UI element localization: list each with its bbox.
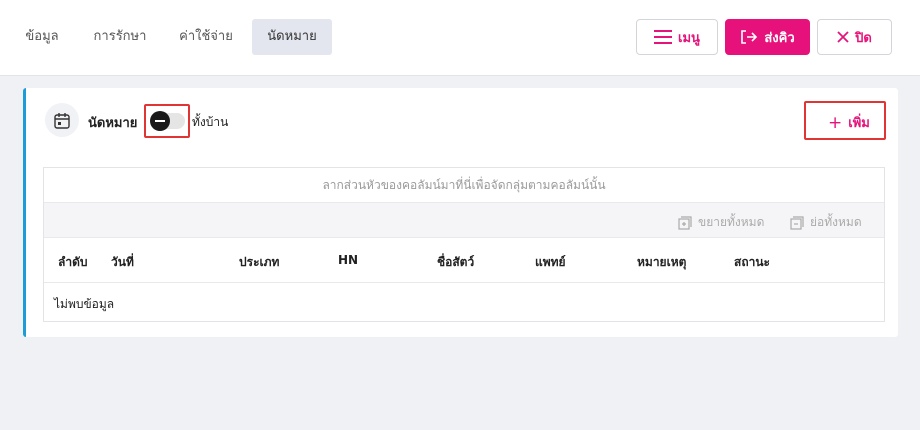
column-header-date[interactable]: วันที่	[111, 253, 134, 272]
hamburger-icon	[654, 30, 673, 44]
close-label: ปิด	[855, 30, 872, 46]
column-header-doctor[interactable]: แพทย์	[535, 253, 566, 272]
top-bar: ข้อมูล การรักษา ค่าใช้จ่าย นัดหมาย เมนู …	[0, 0, 920, 76]
grid-toolbar: ขยายทั้งหมด ย่อทั้งหมด	[44, 203, 884, 238]
add-button-label: เพิ่ม	[848, 116, 870, 131]
sign-out-icon	[741, 30, 758, 44]
tab-info[interactable]: ข้อมูล	[14, 19, 70, 55]
empty-message: ไม่พบข้อมูล	[54, 297, 115, 311]
add-button[interactable]: + เพิ่ม	[828, 112, 870, 133]
expand-all-button[interactable]: ขยายทั้งหมด	[678, 213, 764, 232]
send-queue-button[interactable]: ส่งคิว	[725, 19, 810, 55]
group-panel[interactable]: ลากส่วนหัวของคอลัมน์มาที่นี่เพื่อจัดกลุ่…	[44, 168, 884, 203]
toggle-knob[interactable]	[150, 111, 170, 131]
appointments-panel: นัดหมาย ทั้งบ้าน + เพิ่ม ลากส่วนหัวของคอล…	[23, 88, 898, 337]
calendar-icon	[54, 112, 70, 129]
toggle-label: ทั้งบ้าน	[192, 115, 229, 129]
tab-appointments[interactable]: นัดหมาย	[252, 19, 332, 55]
appointments-grid: ลากส่วนหัวของคอลัมน์มาที่นี่เพื่อจัดกลุ่…	[43, 167, 885, 322]
column-header-pet-name[interactable]: ชื่อสัตว์	[437, 253, 474, 272]
tab-expenses[interactable]: ค่าใช้จ่าย	[170, 19, 242, 55]
collapse-icon	[790, 215, 804, 230]
expand-icon	[678, 215, 692, 230]
plus-icon: +	[828, 113, 843, 133]
tab-treatment[interactable]: การรักษา	[84, 19, 156, 55]
column-header-note[interactable]: หมายเหตุ	[637, 253, 686, 272]
column-header-hn[interactable]: HN	[338, 253, 358, 267]
column-header-order[interactable]: ลำดับ	[58, 253, 88, 272]
collapse-all-button[interactable]: ย่อทั้งหมด	[790, 213, 862, 232]
column-header-status[interactable]: สถานะ	[734, 253, 770, 272]
collapse-all-label: ย่อทั้งหมด	[810, 215, 862, 229]
menu-button-label: เมนู	[678, 30, 700, 46]
menu-button[interactable]: เมนู	[636, 19, 718, 55]
expand-all-label: ขยายทั้งหมด	[698, 215, 765, 229]
close-button[interactable]: ปิด	[817, 19, 892, 55]
send-queue-label: ส่งคิว	[764, 30, 795, 46]
column-header-type[interactable]: ประเภท	[239, 253, 279, 272]
panel-title: นัดหมาย	[88, 116, 138, 131]
calendar-icon-badge	[45, 103, 79, 137]
close-icon	[837, 31, 849, 43]
grid-header: ลำดับ วันที่ ประเภท HN ชื่อสัตว์ แพทย์ ห…	[44, 238, 884, 283]
